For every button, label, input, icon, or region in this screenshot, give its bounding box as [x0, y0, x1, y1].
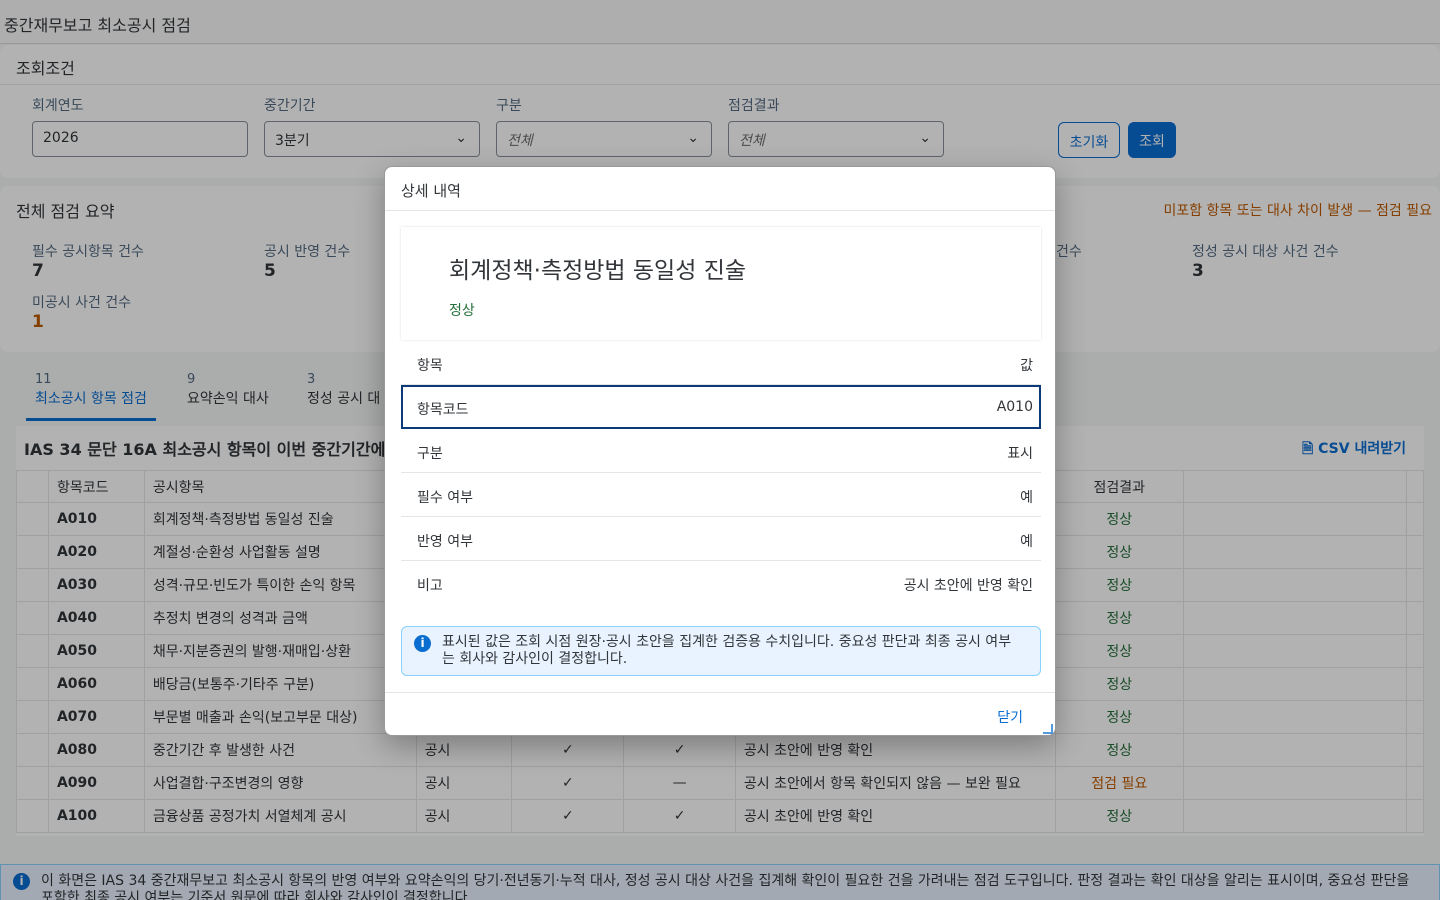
resize-handle-icon[interactable]: [1043, 724, 1053, 734]
kv-value: 예: [1020, 534, 1033, 550]
kv-value: 표시: [1007, 446, 1033, 462]
dialog-footer: 닫기: [385, 692, 1055, 736]
kv-row-type[interactable]: 구분 표시: [401, 429, 1041, 473]
kv-key: 항목: [417, 358, 443, 374]
kv-value: A010: [996, 399, 1033, 415]
detail-status: 정상: [449, 303, 475, 319]
kv-value: 공시 초안에 반영 확인: [903, 578, 1033, 594]
kv-key: 반영 여부: [417, 534, 473, 550]
kv-key: 구분: [417, 446, 443, 462]
dialog-title: 상세 내역: [385, 167, 1055, 211]
kv-key: 비고: [417, 578, 443, 594]
detail-dialog: 상세 내역 회계정책·측정방법 동일성 진술 정상 항목 값 항목코드 A010 구…: [384, 166, 1056, 736]
kv-key: 항목코드: [417, 402, 469, 418]
kv-value: 예: [1020, 490, 1033, 506]
kv-row-required[interactable]: 필수 여부 예: [401, 473, 1041, 517]
kv-row-code[interactable]: 항목코드 A010: [401, 385, 1041, 429]
dialog-info-strip: i 표시된 값은 조회 시점 원장·공시 초안을 집계한 검증용 수치입니다. …: [401, 626, 1041, 676]
dialog-info-text: 표시된 값은 조회 시점 원장·공시 초안을 집계한 검증용 수치입니다. 중요…: [442, 634, 1012, 667]
info-icon: i: [414, 635, 431, 652]
kv-header-row: 항목 값: [401, 341, 1041, 385]
kv-row-reflected[interactable]: 반영 여부 예: [401, 517, 1041, 561]
detail-kv-table: 항목 값 항목코드 A010 구분 표시 필수 여부 예 반영 여부 예 비고 공시 초안에…: [401, 341, 1041, 605]
kv-row-note[interactable]: 비고 공시 초안에 반영 확인: [401, 561, 1041, 605]
kv-value: 값: [1020, 358, 1033, 374]
kv-key: 필수 여부: [417, 490, 473, 506]
detail-title: 회계정책·측정방법 동일성 진술: [449, 258, 747, 284]
close-button[interactable]: 닫기: [997, 707, 1023, 727]
detail-card: 회계정책·측정방법 동일성 진술 정상: [401, 227, 1041, 340]
